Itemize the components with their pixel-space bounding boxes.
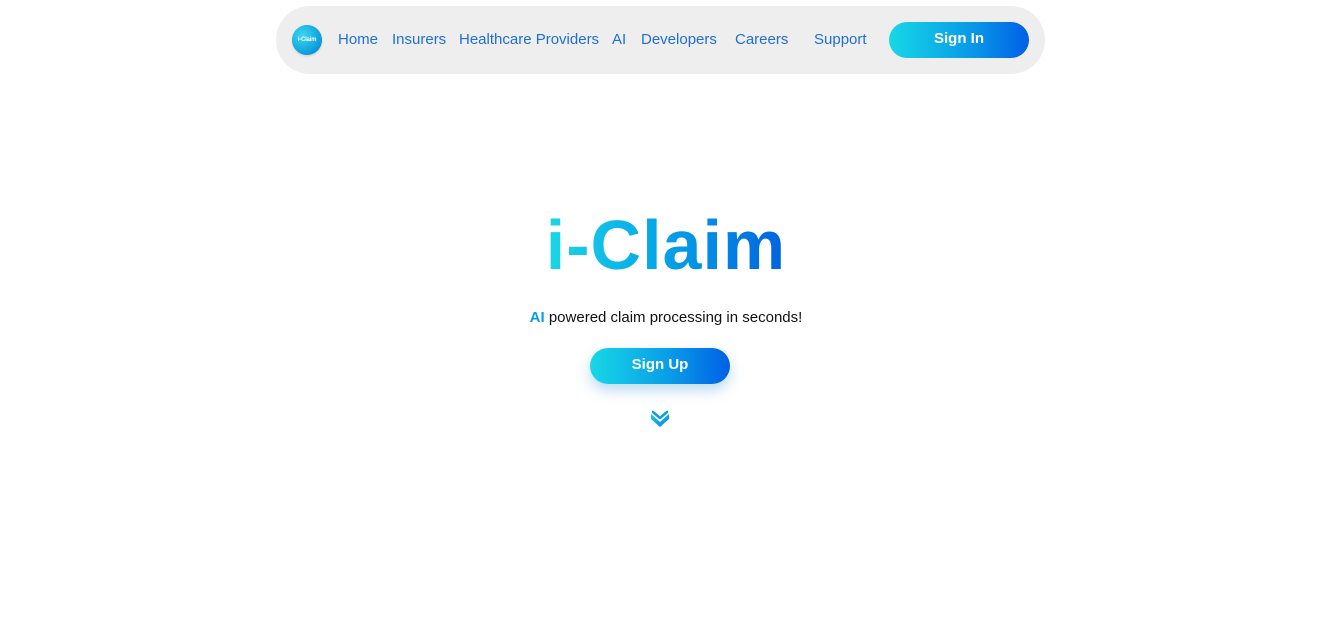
nav-link-home[interactable]: Home: [338, 30, 378, 50]
nav-link-insurers[interactable]: Insurers: [392, 30, 446, 50]
hero-title: i-Claim: [0, 200, 1332, 290]
nav-link-support[interactable]: Support: [814, 30, 867, 50]
nav-link-careers[interactable]: Careers: [735, 30, 788, 50]
sign-in-button[interactable]: Sign In: [889, 22, 1029, 58]
nav-link-healthcare-providers[interactable]: Healthcare Providers: [459, 30, 599, 50]
tagline-text: powered claim processing in seconds!: [544, 309, 803, 326]
page: i-Claim Home Insurers Healthcare Provide…: [0, 0, 1332, 642]
nav-link-ai[interactable]: AI: [612, 30, 626, 50]
hero-title-text: i-Claim: [545, 206, 787, 284]
logo-icon[interactable]: i-Claim: [292, 25, 322, 55]
logo-text: i-Claim: [297, 37, 317, 43]
tagline-highlight: AI: [529, 309, 545, 326]
top-navigation: i-Claim Home Insurers Healthcare Provide…: [276, 6, 1045, 74]
chevron-down-icon[interactable]: [650, 410, 670, 430]
nav-link-developers[interactable]: Developers: [641, 30, 717, 50]
hero-tagline: AI powered claim processing in seconds!: [0, 308, 1332, 328]
sign-up-button[interactable]: Sign Up: [590, 348, 730, 384]
